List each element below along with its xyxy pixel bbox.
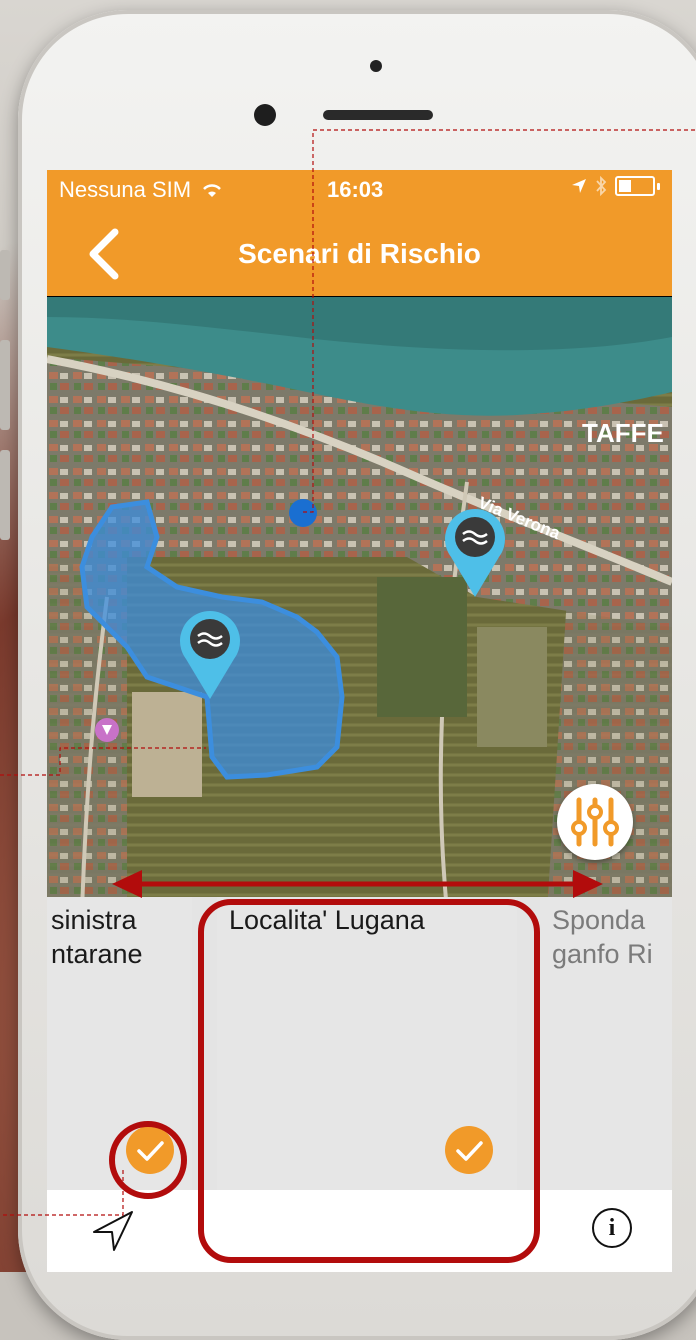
page-title: Scenari di Rischio xyxy=(238,238,481,269)
card-title: Localita' Lugana xyxy=(229,905,425,935)
district-label: TAFFE xyxy=(582,418,664,448)
scenario-card[interactable]: sinistra ntarane xyxy=(47,897,192,1190)
water-marker-icon[interactable] xyxy=(443,505,507,599)
checkmark-icon[interactable] xyxy=(445,1126,493,1174)
earpiece-speaker xyxy=(323,110,433,120)
location-services-icon xyxy=(572,179,586,193)
info-button[interactable]: i xyxy=(592,1208,632,1248)
clock: 16:03 xyxy=(327,177,384,202)
checkmark-icon[interactable] xyxy=(126,1126,174,1174)
bottom-toolbar: i xyxy=(47,1190,672,1272)
battery-tip xyxy=(657,182,660,190)
user-location-dot xyxy=(289,499,317,527)
filter-button[interactable] xyxy=(557,784,633,860)
sliders-icon xyxy=(571,797,619,847)
scenario-card-selected[interactable]: Localita' Lugana xyxy=(217,897,517,1190)
water-marker-icon[interactable] xyxy=(178,607,242,701)
wifi-icon xyxy=(203,184,222,197)
card-title: Sponda ganfo Ri xyxy=(552,905,653,969)
carrier-label: Nessuna SIM xyxy=(59,177,223,203)
app-screen: Nessuna SIM 16:03 Scenari di Rischio TAF… xyxy=(47,170,672,1272)
volume-down-button xyxy=(0,450,10,540)
scenario-card[interactable]: Sponda ganfo Ri xyxy=(540,897,672,1190)
bluetooth-icon xyxy=(596,176,607,196)
mute-switch xyxy=(0,250,10,300)
status-bar: Nessuna SIM 16:03 xyxy=(47,170,672,210)
battery-icon xyxy=(615,176,655,196)
card-title: sinistra ntarane xyxy=(51,905,143,969)
status-icons xyxy=(571,176,660,196)
front-camera xyxy=(254,104,276,126)
volume-up-button xyxy=(0,340,10,430)
navigation-bar: Scenari di Rischio xyxy=(47,210,672,296)
proximity-sensor xyxy=(370,60,382,72)
scenario-carousel[interactable]: sinistra ntarane Localita' Lugana Sponda… xyxy=(47,897,672,1190)
location-arrow-icon[interactable] xyxy=(92,1210,134,1252)
